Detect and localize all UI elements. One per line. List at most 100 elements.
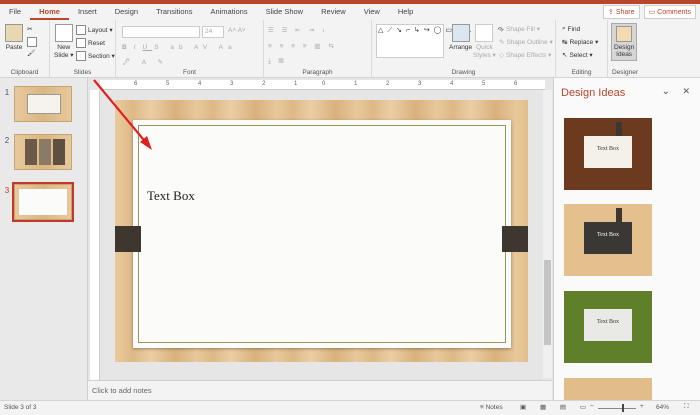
design-ideas-pane: Design Ideas ⌄ ✕ Text Box Text Box Text … (553, 78, 700, 400)
design-ideas-button[interactable]: Design Ideas (611, 23, 638, 61)
font-color-buttons[interactable]: 🖊 A ✎ (122, 58, 168, 66)
find-button[interactable]: ⌕ Find (562, 25, 580, 33)
notes-toggle[interactable]: ≡ Notes (480, 404, 503, 411)
copy-button[interactable] (27, 37, 37, 47)
slide-border (138, 125, 506, 343)
group-paragraph: ☰ ☰ ⇤ ⇥ ↕ ≡ ≡ ≡ ≡ ▥ ⇆ ⤓ ▤ Paragraph (264, 20, 372, 78)
tab-insert[interactable]: Insert (69, 4, 106, 20)
slide-thumbnail-2[interactable]: 2 (0, 134, 88, 170)
slide-paper: Text Box (133, 120, 511, 348)
replace-icon: ↹ (562, 39, 568, 46)
arrange-button[interactable]: Arrange (449, 24, 472, 51)
text-box[interactable]: Text Box (147, 188, 195, 204)
slide-thumbnails-pane: 1 2 3 (0, 78, 88, 400)
tab-review[interactable]: Review (312, 4, 355, 20)
group-drawing: △ ⟋ ↘ ⌐ ↳ ↪ ◯ ▭ ▷ ⌒ { } ☆ ↷ Arrange Quic… (372, 20, 556, 78)
fit-slide-icon[interactable]: ⛶ (684, 403, 689, 411)
zoom-slider[interactable] (598, 408, 636, 409)
notes-pane[interactable]: Click to add notes (88, 380, 552, 400)
slide-thumbnail-3[interactable]: 3 (0, 182, 88, 222)
zoom-in-button[interactable]: + (640, 403, 644, 410)
layout-button[interactable]: Layout ▾ (76, 25, 113, 35)
design-idea-3[interactable]: Text Box (564, 291, 652, 363)
reset-button[interactable]: Reset (76, 38, 105, 48)
paragraph-label: Paragraph (302, 69, 333, 76)
shape-outline-button[interactable]: ✎ Shape Outline ▾ (499, 38, 553, 46)
design-idea-2[interactable]: Text Box (564, 204, 652, 276)
idea-card: Text Box (584, 309, 632, 341)
new-slide-icon (54, 24, 73, 42)
zoom-level[interactable]: 64% (656, 404, 669, 411)
close-icon[interactable]: ✕ (682, 86, 690, 97)
thumbnail-image (14, 86, 72, 122)
scroll-thumb[interactable] (544, 260, 551, 345)
select-button[interactable]: ↖ Select ▾ (562, 51, 593, 59)
design-idea-4[interactable] (564, 378, 652, 400)
font-family-select[interactable] (122, 26, 200, 38)
vertical-ruler (90, 90, 100, 380)
tab-file[interactable]: File (0, 4, 30, 20)
outline-icon: ✎ (499, 39, 505, 46)
align-buttons[interactable]: ≡ ≡ ≡ ≡ ▥ ⇆ (268, 42, 337, 50)
chevron-down-icon[interactable]: ⌄ (662, 86, 670, 97)
idea-card: Text Box (584, 222, 632, 254)
design-ideas-title: Design Ideas (561, 87, 626, 99)
ruler-label: 6 (134, 81, 138, 87)
current-slide[interactable]: Text Box (115, 100, 528, 362)
idea-band (616, 122, 622, 136)
idea-text: Text Box (596, 232, 620, 238)
ruler-label: 6 (514, 81, 518, 87)
slide-number: 3 (4, 186, 10, 195)
zoom-out-button[interactable]: − (590, 403, 594, 410)
paste-button[interactable]: Paste (5, 24, 23, 51)
share-button[interactable]: ⇪ Share (602, 5, 640, 19)
comment-icon: ▭ (648, 9, 656, 16)
slide-thumbnail-1[interactable]: 1 (0, 86, 88, 122)
group-slides: New Slide ▾ Layout ▾ Reset Section ▾ Slid… (50, 20, 116, 78)
font-style-buttons[interactable]: BIUS ab AV Aa (122, 44, 237, 51)
shape-effects-button[interactable]: ◇ Shape Effects ▾ (499, 51, 551, 59)
view-buttons[interactable]: ▣ ▦ ▤ ▭ (520, 403, 592, 411)
replace-button[interactable]: ↹ Replace ▾ (562, 38, 598, 46)
quick-styles-icon (475, 24, 494, 42)
share-icon: ⇪ (607, 9, 614, 16)
tab-help[interactable]: Help (389, 4, 422, 20)
cut-icon: ✂ (27, 26, 33, 33)
effects-icon: ◇ (499, 52, 504, 59)
shapes-gallery[interactable]: △ ⟋ ↘ ⌐ ↳ ↪ ◯ ▭ ▷ ⌒ { } ☆ ↷ (376, 24, 503, 58)
section-button[interactable]: Section ▾ (76, 51, 115, 61)
font-label: Font (182, 69, 196, 76)
shape-fill-button[interactable]: ◈ Shape Fill ▾ (499, 25, 540, 33)
smartart-buttons[interactable]: ⤓ ▤ (268, 58, 287, 66)
thumbnail-image (14, 134, 72, 170)
section-icon (76, 51, 86, 61)
ruler-label: 4 (450, 81, 454, 87)
brush-icon: 🖌 (27, 50, 36, 57)
idea-band (616, 208, 622, 222)
tab-transitions[interactable]: Transitions (147, 4, 201, 20)
cut-button[interactable]: ✂ (27, 25, 32, 33)
tab-slide-show[interactable]: Slide Show (257, 4, 313, 20)
font-size-select[interactable]: 24 (202, 26, 224, 38)
comments-button[interactable]: ▭ Comments (643, 5, 696, 19)
idea-text: Text Box (596, 319, 620, 325)
grow-font-button[interactable]: A˄ A˅ (228, 27, 246, 34)
tab-view[interactable]: View (355, 4, 389, 20)
zoom-slider-thumb[interactable] (622, 404, 624, 412)
list-buttons[interactable]: ☰ ☰ ⇤ ⇥ ↕ (268, 26, 328, 34)
tab-home[interactable]: Home (30, 4, 69, 20)
arrange-icon (451, 24, 470, 42)
ribbon-tabs: File Home Insert Design Transitions Anim… (0, 4, 700, 20)
search-icon: ⌕ (562, 25, 566, 32)
slide-editor[interactable]: Text Box (100, 90, 545, 378)
slide-scrollbar[interactable] (543, 90, 552, 378)
quick-styles-button[interactable]: Quick Styles ▾ (473, 24, 496, 59)
tab-design[interactable]: Design (106, 4, 147, 20)
cursor-icon: ↖ (562, 52, 568, 59)
new-slide-button[interactable]: New Slide ▾ (54, 24, 74, 59)
tab-animations[interactable]: Animations (201, 4, 256, 20)
ruler-label: 2 (386, 81, 390, 87)
design-idea-1[interactable]: Text Box (564, 118, 652, 190)
format-painter-button[interactable]: 🖌 (27, 49, 35, 57)
ruler-label: 0 (322, 81, 326, 87)
